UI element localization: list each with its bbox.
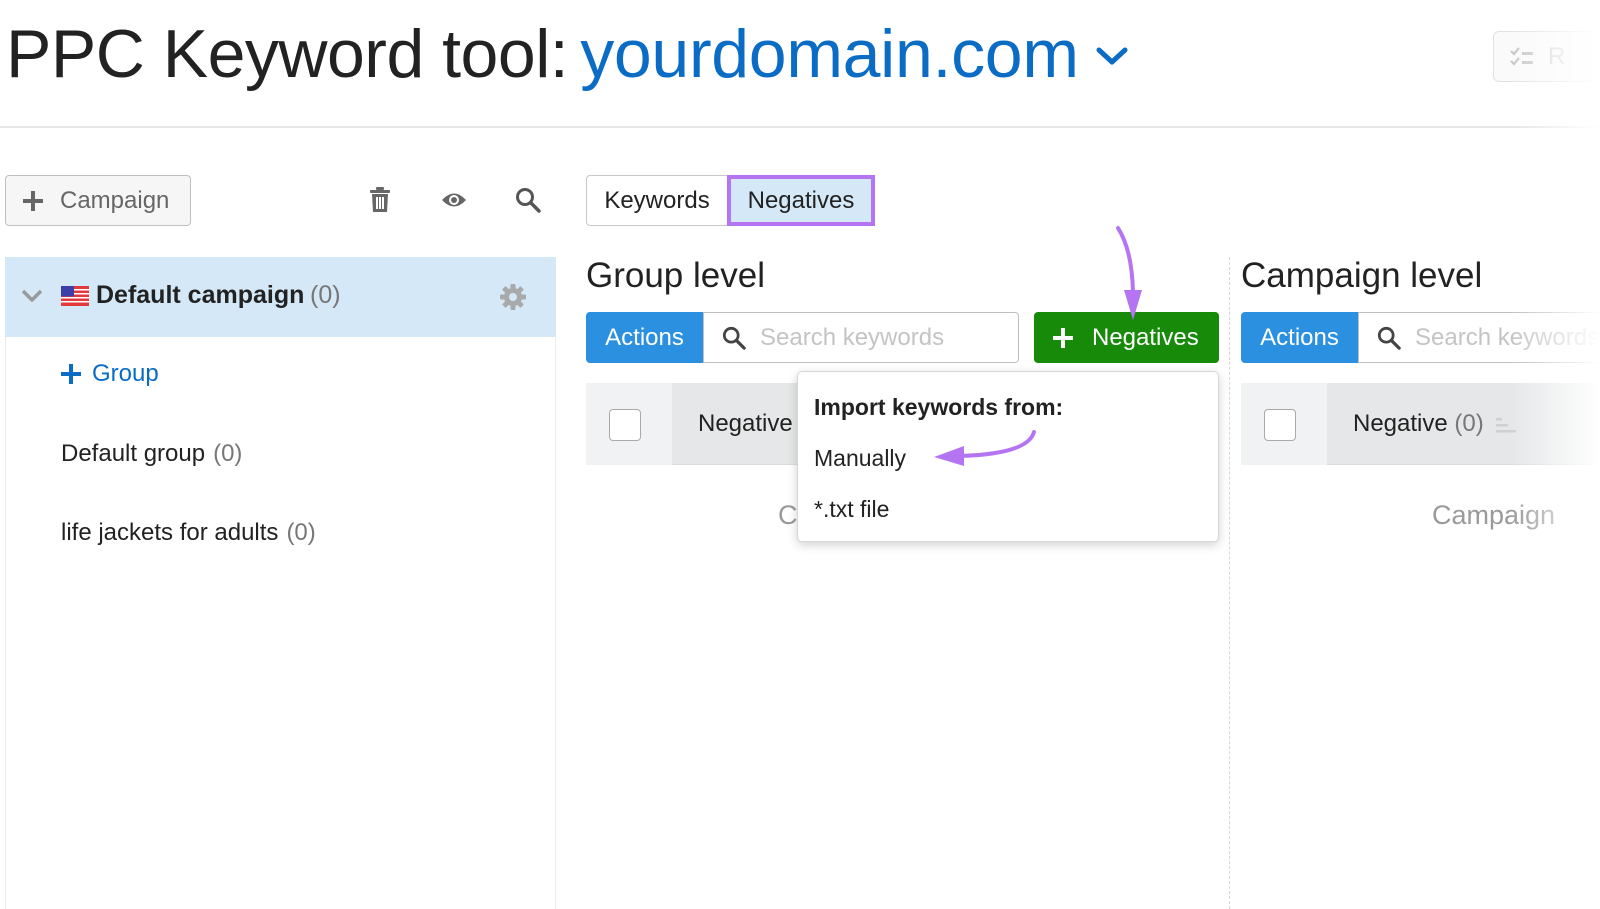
select-all-cell [1241,383,1327,465]
select-all-cell [586,383,672,465]
annotation-arrow-down-icon [1116,226,1142,320]
add-group-label: Group [92,360,159,387]
group-count: (0) [213,440,243,467]
group-name: Default group [61,440,206,467]
domain-selector[interactable]: yourdomain.com [580,14,1079,94]
group-actions-button[interactable]: Actions [586,312,703,363]
campaign-table-header: Negative (0) [1241,383,1600,465]
add-campaign-label: Campaign [60,186,170,214]
select-all-checkbox[interactable] [609,409,641,441]
campaign-count: (0) [310,281,341,309]
search-icon [516,188,541,213]
group-table-header: Negative [586,383,826,465]
group-item[interactable]: life jackets for adults (0) [61,519,316,547]
import-txt-file-option[interactable]: *.txt file [814,496,889,523]
sort-icon[interactable] [1496,416,1518,434]
chevron-down-icon[interactable] [21,289,43,303]
import-dropdown-heading: Import keywords from: [814,394,1064,420]
campaign-search-box [1358,312,1600,363]
add-group-button[interactable]: Group [60,360,159,388]
group-search-input[interactable] [760,323,1000,352]
campaign-sidebar [5,257,556,909]
checklist-icon [1510,47,1533,66]
group-search-box [703,312,1019,363]
plus-icon [1053,327,1073,348]
eye-icon [442,193,466,207]
section-divider [1229,257,1230,909]
gear-icon[interactable] [499,283,527,311]
chevron-down-icon[interactable] [1095,44,1129,68]
group-name: life jackets for adults [61,519,279,546]
search-icon [722,326,746,350]
import-manually-option[interactable]: Manually [814,445,906,472]
group-count: (0) [286,519,316,546]
page-header: PPC Keyword tool: yourdomain.com R [0,0,1600,128]
negative-column-label: Negative [1353,410,1448,437]
checklist-button[interactable]: R [1493,31,1600,82]
campaign-actions-button[interactable]: Actions [1241,312,1358,363]
add-campaign-button[interactable]: Campaign [5,175,191,226]
tab-negatives[interactable]: Negatives [727,175,875,226]
group-empty-text: C [778,500,798,530]
group-item[interactable]: Default group (0) [61,440,242,468]
campaign-empty-text: Campaign [1432,500,1556,530]
search-campaigns-button[interactable] [511,183,545,217]
negative-column-header[interactable]: Negative (0) [1353,410,1518,438]
campaign-name: Default campaign [96,281,305,309]
delete-button[interactable] [363,183,397,217]
trash-icon [370,187,390,212]
add-negatives-button[interactable]: Negatives [1034,312,1219,363]
search-icon [1377,326,1401,350]
select-all-checkbox[interactable] [1264,409,1296,441]
add-negatives-label: Negatives [1092,323,1199,351]
plus-icon [23,190,43,211]
view-button[interactable] [437,183,471,217]
group-level-title: Group level [586,256,765,295]
campaign-search-input[interactable] [1415,323,1600,352]
tab-bar: Keywords Negatives [586,175,875,226]
import-keywords-dropdown: Import keywords from: Manually *.txt fil… [797,371,1219,542]
negative-column-count: (0) [1454,410,1484,437]
page-title-label: PPC Keyword tool: [6,16,569,92]
campaign-level-title: Campaign level [1241,256,1483,295]
tab-keywords[interactable]: Keywords [586,175,727,226]
page-title: PPC Keyword tool: yourdomain.com [6,14,1129,94]
checklist-button-label: R [1548,43,1566,70]
campaign-item[interactable]: Default campaign (0) [5,257,556,337]
plus-icon [61,364,81,384]
us-flag-icon [61,286,89,306]
negative-column-header[interactable]: Negative [698,410,793,438]
